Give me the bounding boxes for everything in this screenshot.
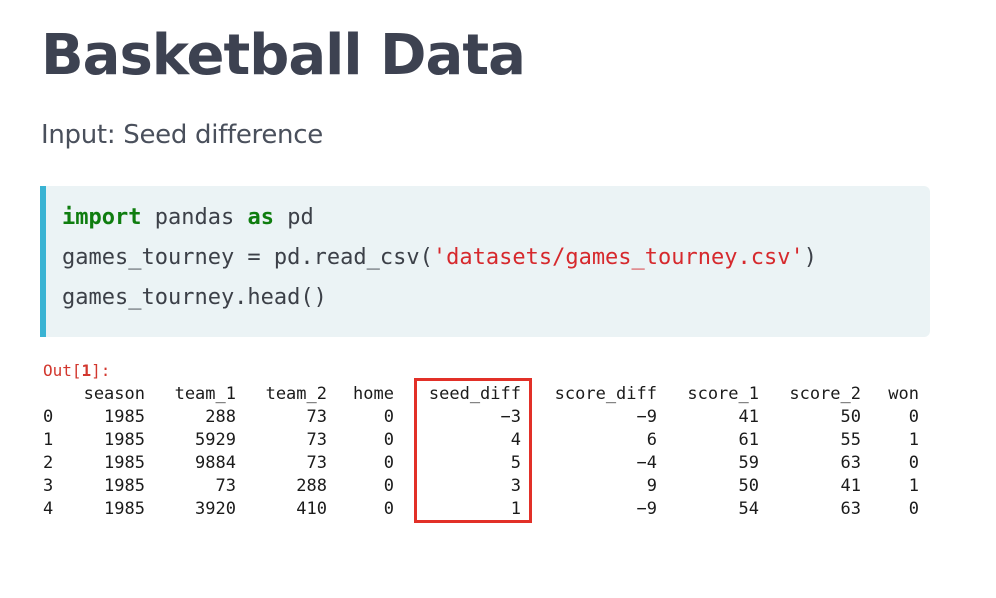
slide-subtitle: Input: Seed difference	[41, 120, 323, 150]
table-cell-season: 1985	[104, 499, 145, 519]
column-header-team-1: team_1	[174, 384, 236, 404]
row-index: 2	[43, 453, 54, 473]
keyword-import: import	[62, 205, 142, 230]
column-header-won: won	[888, 384, 919, 404]
table-cell-home: 0	[383, 430, 394, 450]
table-cell-home: 0	[383, 476, 394, 496]
table-cell-team-1: 288	[205, 407, 236, 427]
table-cell-seed-diff: 4	[510, 430, 521, 450]
table-cell-season: 1985	[104, 453, 145, 473]
table-cell-season: 1985	[104, 430, 145, 450]
code-line-import: import pandas as pd	[62, 202, 314, 234]
column-header-score-2: score_2	[789, 384, 861, 404]
table-cell-seed-diff: 5	[510, 453, 521, 473]
table-cell-won: 0	[908, 499, 919, 519]
row-index: 1	[43, 430, 54, 450]
column-header-team-2: team_2	[265, 384, 327, 404]
table-cell-team-1: 9884	[195, 453, 236, 473]
table-cell-score-diff: −9	[636, 407, 657, 427]
table-cell-won: 1	[908, 430, 919, 450]
column-header-score-1: score_1	[687, 384, 759, 404]
table-cell-score-2: 50	[840, 407, 861, 427]
column-header-season: season	[83, 384, 145, 404]
column-header-seed-diff: seed_diff	[428, 384, 521, 404]
table-cell-score-diff: −4	[636, 453, 657, 473]
table-cell-team-2: 410	[296, 499, 327, 519]
table-cell-score-diff: −9	[636, 499, 657, 519]
table-cell-team-2: 73	[306, 407, 327, 427]
table-cell-score-2: 55	[840, 430, 861, 450]
table-cell-won: 1	[908, 476, 919, 496]
code-text: pd	[273, 205, 314, 230]
table-cell-score-2: 63	[840, 453, 861, 473]
code-string-literal: 'datasets/games_tourney.csv'	[432, 245, 804, 270]
column-header-home: home	[353, 384, 394, 404]
table-cell-season: 1985	[104, 407, 145, 427]
code-cell: import pandas as pd games_tourney = pd.r…	[40, 186, 930, 337]
table-cell-score-2: 41	[840, 476, 861, 496]
table-cell-score-diff: 9	[646, 476, 657, 496]
code-line-head: games_tourney.head()	[62, 285, 327, 310]
table-cell-team-1: 5929	[195, 430, 236, 450]
code-text: games_tourney = pd.read_csv(	[62, 245, 433, 270]
table-cell-team-2: 73	[306, 430, 327, 450]
output-prompt-number: 1	[81, 361, 92, 380]
table-cell-score-1: 61	[738, 430, 759, 450]
page-title: Basketball Data	[41, 23, 526, 88]
code-text: pandas	[141, 205, 248, 230]
table-cell-score-1: 50	[738, 476, 759, 496]
table-cell-won: 0	[908, 453, 919, 473]
table-cell-score-diff: 6	[646, 430, 657, 450]
output-prompt-suffix: ]:	[91, 361, 111, 380]
column-header-score-diff: score_diff	[554, 384, 657, 404]
row-index: 4	[43, 499, 54, 519]
code-line-read-csv: games_tourney = pd.read_csv('datasets/ga…	[62, 242, 817, 274]
table-cell-score-2: 63	[840, 499, 861, 519]
table-cell-home: 0	[383, 499, 394, 519]
table-cell-home: 0	[383, 453, 394, 473]
table-cell-team-1: 73	[215, 476, 236, 496]
row-index: 3	[43, 476, 54, 496]
table-cell-team-2: 288	[296, 476, 327, 496]
table-cell-score-1: 54	[738, 499, 759, 519]
table-cell-seed-diff: 1	[510, 499, 521, 519]
keyword-as: as	[247, 205, 274, 230]
row-index: 0	[43, 407, 54, 427]
table-cell-seed-diff: 3	[510, 476, 521, 496]
table-cell-score-1: 59	[738, 453, 759, 473]
output-prompt-prefix: Out[	[43, 361, 82, 380]
code-text: )	[803, 245, 817, 270]
table-cell-score-1: 41	[738, 407, 759, 427]
table-cell-seed-diff: −3	[500, 407, 521, 427]
table-cell-home: 0	[383, 407, 394, 427]
table-cell-won: 0	[908, 407, 919, 427]
table-cell-season: 1985	[104, 476, 145, 496]
table-cell-team-2: 73	[306, 453, 327, 473]
table-cell-team-1: 3920	[195, 499, 236, 519]
output-prompt: Out[1]:	[43, 360, 110, 382]
